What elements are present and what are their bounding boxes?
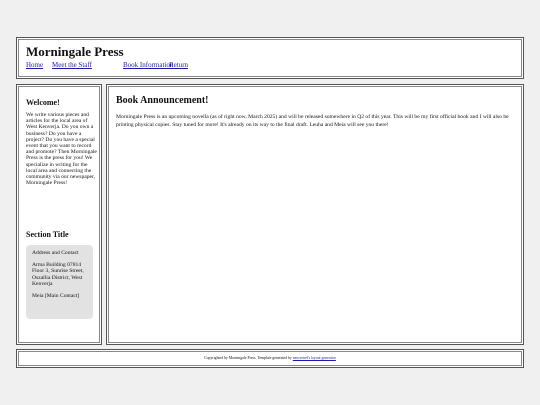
- footer: Copyrighted by Morningale Press. Templat…: [16, 349, 524, 368]
- main-content: Book Announcement! Morningale Press is a…: [106, 84, 524, 345]
- contact-card: Address and Contact Arma Building 07814 …: [26, 245, 93, 319]
- footer-generator-link[interactable]: neocertrel's layout generator: [293, 356, 336, 360]
- site-title: Morningale Press: [26, 44, 124, 59]
- footer-text: Copyrighted by Morningale Press. Templat…: [17, 356, 523, 360]
- sidebar: Welcome! We write various pieces and art…: [16, 84, 102, 345]
- footer-copyright: Copyrighted by Morningale Press. Templat…: [204, 356, 292, 360]
- section-title: Section Title: [26, 230, 69, 239]
- nav-link-home[interactable]: Home: [26, 61, 43, 69]
- main-body-text: Morningale Press is an upcoming novella …: [116, 114, 509, 128]
- contact-address: Arma Building 07814 Floor 3, Sunrise Str…: [32, 262, 84, 287]
- contact-heading: Address and Contact: [32, 250, 79, 256]
- nav-link-book-information[interactable]: Book Information: [123, 61, 173, 69]
- header: Morningale Press Home Meet the Staff Boo…: [16, 37, 524, 79]
- nav-link-return[interactable]: Return: [169, 61, 188, 69]
- page-title: Book Announcement!: [116, 95, 209, 106]
- welcome-heading: Welcome!: [26, 98, 60, 107]
- nav-link-meet-the-staff[interactable]: Meet the Staff: [52, 61, 92, 69]
- welcome-text: We write various pieces and articles for…: [26, 112, 97, 187]
- contact-person: Meia [Main Contact]: [32, 293, 80, 300]
